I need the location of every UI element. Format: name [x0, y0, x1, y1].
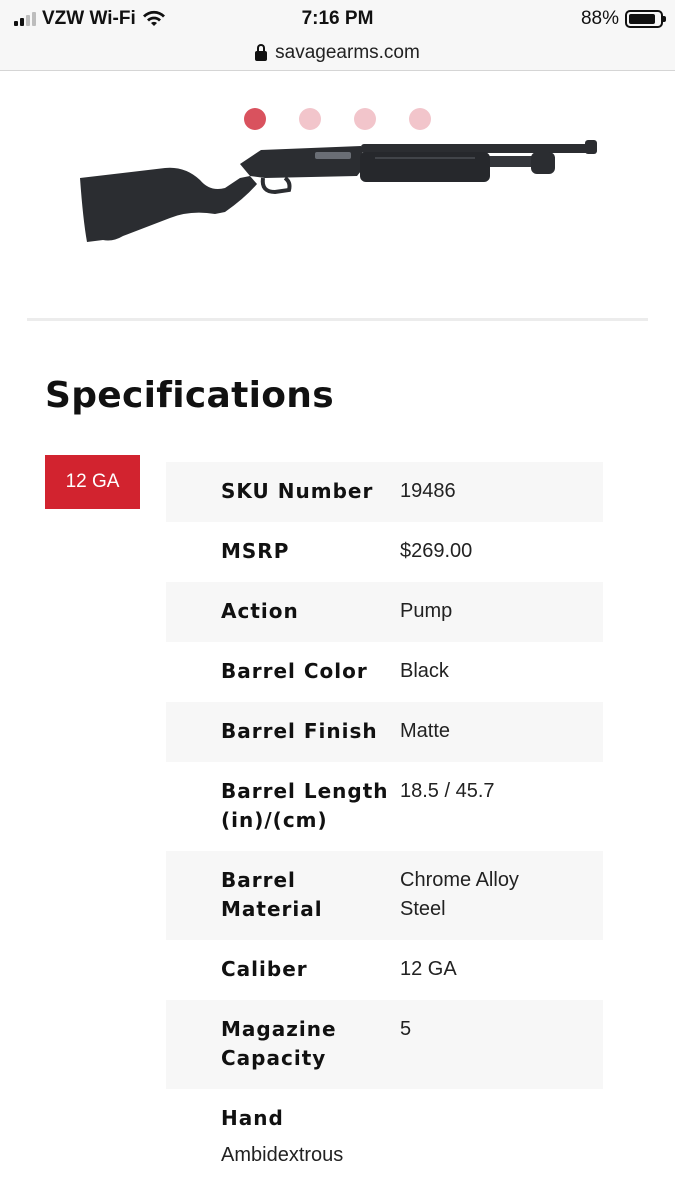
- carousel-dot[interactable]: [354, 108, 376, 130]
- spec-row-msrp: MSRP $269.00: [166, 522, 603, 582]
- spec-row-sku: SKU Number 19486: [166, 462, 603, 522]
- spec-row-barrel-material: Barrel Material Chrome Alloy Steel: [166, 851, 603, 940]
- spec-row-hand: Hand Ambidextrous: [166, 1089, 603, 1186]
- spec-label: Caliber: [221, 957, 308, 981]
- spec-row-caliber: Caliber 12 GA: [166, 940, 603, 1000]
- section-divider: [27, 318, 648, 321]
- status-bar: VZW Wi-Fi 7:16 PM 88%: [0, 0, 675, 36]
- pump-shotgun-image: [80, 140, 597, 242]
- address-bar[interactable]: savagearms.com: [0, 36, 675, 71]
- spec-value: 18.5 / 45.7: [400, 780, 495, 802]
- battery-info: 88%: [580, 8, 666, 30]
- spec-value: Black: [400, 660, 449, 682]
- lock-icon: [255, 44, 268, 61]
- spec-row-barrel-length: Barrel Length (in)/(cm) 18.5 / 45.7: [166, 762, 603, 851]
- clock: 7:16 PM: [301, 8, 374, 29]
- spec-value: 19486: [400, 480, 456, 502]
- spec-label: Action: [221, 599, 299, 623]
- spec-label: Hand: [221, 1106, 284, 1130]
- spec-value: 5: [400, 1018, 412, 1040]
- spec-value: Matte: [400, 720, 451, 742]
- spec-label: SKU Number: [221, 479, 374, 503]
- carousel-dot[interactable]: [299, 108, 321, 130]
- spec-value: Chrome Alloy Steel: [400, 869, 519, 920]
- spec-value: Ambidextrous: [221, 1144, 344, 1166]
- spec-value: 12 GA: [400, 958, 457, 980]
- specifications-heading: Specifications: [45, 375, 334, 416]
- spec-label: MSRP: [221, 539, 290, 563]
- spec-row-barrel-color: Barrel Color Black: [166, 642, 603, 702]
- spec-label: Barrel Length (in)/(cm): [221, 779, 389, 832]
- carousel-pagination: [0, 108, 675, 130]
- spec-row-action: Action Pump: [166, 582, 603, 642]
- specifications-table: SKU Number 19486 MSRP $269.00 Action Pum…: [166, 462, 603, 1186]
- spec-label: Barrel Material: [221, 868, 323, 921]
- spec-label: Barrel Finish: [221, 719, 378, 743]
- spec-value: $269.00: [400, 540, 473, 562]
- spec-label: Barrel Color: [221, 659, 368, 683]
- caliber-tab[interactable]: 12 GA: [45, 455, 140, 509]
- carousel-dot[interactable]: [409, 108, 431, 130]
- url-domain[interactable]: savagearms.com: [275, 42, 420, 64]
- spec-value: Pump: [400, 600, 453, 622]
- spec-row-barrel-finish: Barrel Finish Matte: [166, 702, 603, 762]
- spec-label: Magazine Capacity: [221, 1017, 337, 1070]
- battery-icon: [625, 10, 666, 28]
- battery-percent: 88%: [580, 8, 619, 29]
- carousel-dot[interactable]: [244, 108, 266, 130]
- spec-row-magazine-capacity: Magazine Capacity 5: [166, 1000, 603, 1089]
